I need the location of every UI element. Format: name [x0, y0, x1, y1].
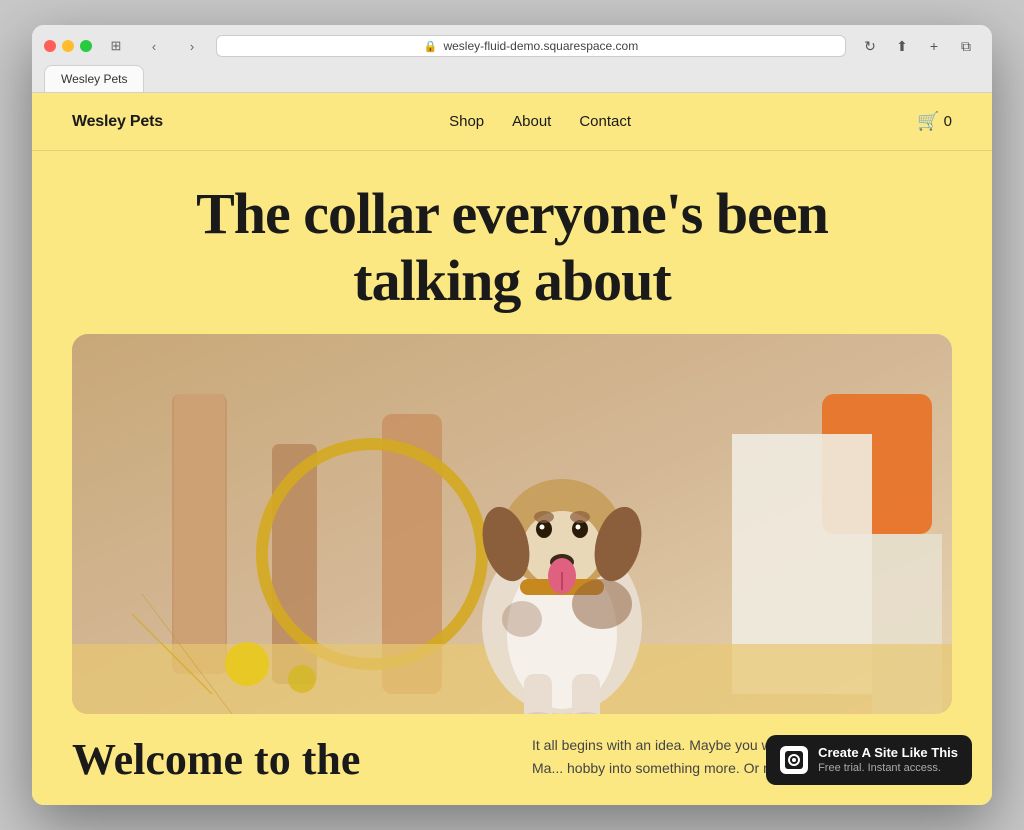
traffic-lights	[44, 40, 92, 52]
hero-section: The collar everyone's been talking about	[32, 151, 992, 334]
badge-text-container: Create A Site Like This Free trial. Inst…	[818, 745, 958, 775]
badge-sub-text: Free trial. Instant access.	[818, 762, 958, 775]
address-bar[interactable]: 🔒 wesley-fluid-demo.squarespace.com	[216, 35, 846, 57]
back-button[interactable]: ‹	[140, 35, 168, 57]
cart-icon: 🛒	[917, 111, 939, 132]
bottom-heading: Welcome to the	[72, 734, 492, 787]
scene-svg	[72, 334, 952, 714]
new-tab-button[interactable]: +	[920, 35, 948, 57]
badge-main-text: Create A Site Like This	[818, 745, 958, 762]
share-button[interactable]: ⬆	[888, 35, 916, 57]
nav-links: Shop About Contact	[449, 113, 631, 130]
bottom-heading-text: Welcome to the	[72, 735, 360, 784]
site-nav: Wesley Pets Shop About Contact 🛒 0	[32, 93, 992, 151]
squarespace-icon	[787, 753, 801, 767]
squarespace-logo	[780, 746, 808, 774]
duplicate-button[interactable]: ⧉	[952, 35, 980, 57]
hero-title-line2: talking about	[353, 248, 670, 313]
maximize-button[interactable]	[80, 40, 92, 52]
nav-contact-link[interactable]: Contact	[579, 113, 631, 130]
reload-button[interactable]: ↻	[856, 35, 884, 57]
browser-window: ⊞ ‹ › 🔒 wesley-fluid-demo.squarespace.co…	[32, 25, 992, 805]
site-logo[interactable]: Wesley Pets	[72, 113, 163, 131]
close-button[interactable]	[44, 40, 56, 52]
cart-count: 0	[944, 113, 952, 130]
nav-about-link[interactable]: About	[512, 113, 551, 130]
browser-chrome: ⊞ ‹ › 🔒 wesley-fluid-demo.squarespace.co…	[32, 25, 992, 93]
nav-shop-link[interactable]: Shop	[449, 113, 484, 130]
active-tab[interactable]: Wesley Pets	[44, 65, 144, 92]
hero-title: The collar everyone's been talking about	[72, 181, 952, 314]
squarespace-logo-inner	[785, 751, 803, 769]
cart-button[interactable]: 🛒 0	[917, 111, 952, 132]
site-content: Wesley Pets Shop About Contact 🛒 0 The c…	[32, 93, 992, 805]
hero-image	[72, 334, 952, 714]
url-text: wesley-fluid-demo.squarespace.com	[443, 39, 638, 53]
minimize-button[interactable]	[62, 40, 74, 52]
squarespace-badge[interactable]: Create A Site Like This Free trial. Inst…	[766, 735, 972, 785]
sidebar-toggle-button[interactable]: ⊞	[102, 35, 130, 57]
lock-icon: 🔒	[424, 40, 438, 53]
tab-title: Wesley Pets	[61, 72, 127, 86]
forward-button[interactable]: ›	[178, 35, 206, 57]
browser-actions: ↻ ⬆ + ⧉	[856, 35, 980, 57]
hero-title-line1: The collar everyone's been	[196, 181, 828, 246]
